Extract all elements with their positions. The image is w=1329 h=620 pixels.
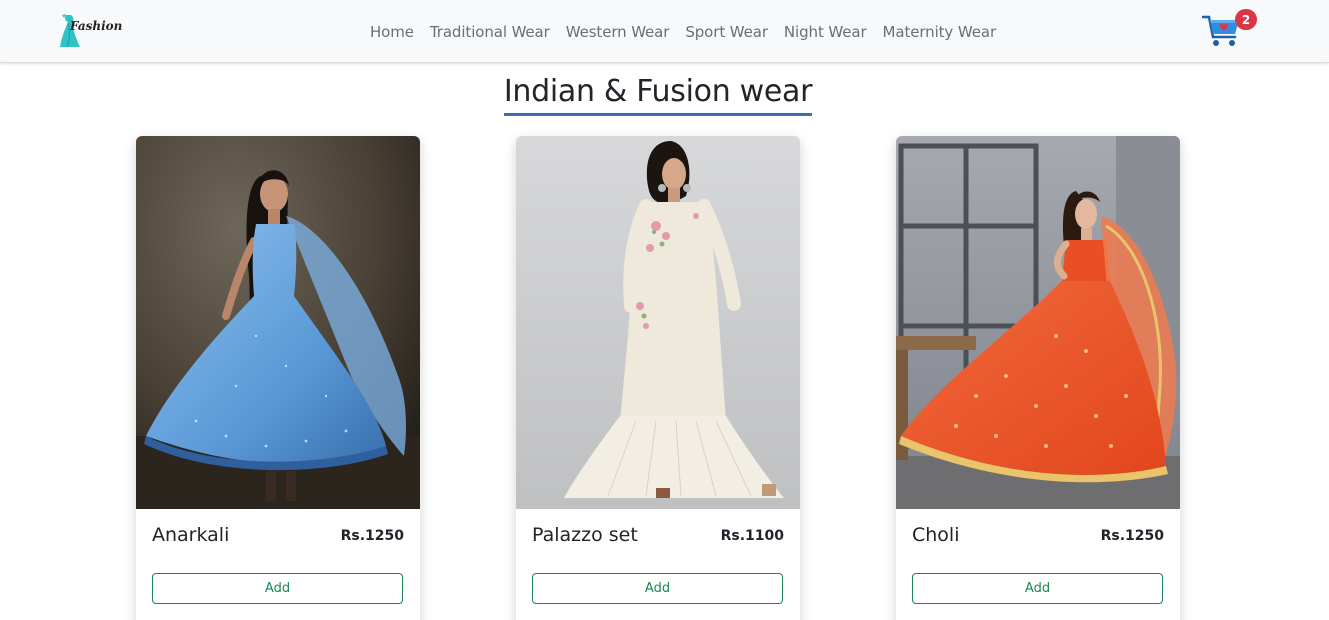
woman-in-white-palazzo-set-photo [516,136,800,509]
product-name: Anarkali [152,524,230,546]
product-image [896,136,1180,509]
navbar: Fashion Home Traditional Wear Western We… [0,0,1329,63]
add-to-cart-button[interactable]: Add [912,573,1163,604]
product-image [136,136,420,509]
product-name: Palazzo set [532,524,638,546]
nav-night-wear[interactable]: Night Wear [776,23,875,41]
brand-logo[interactable]: Fashion [58,13,130,49]
nav-western-wear[interactable]: Western Wear [558,23,678,41]
add-to-cart-button[interactable]: Add [532,573,783,604]
add-to-cart-button[interactable]: Add [152,573,403,604]
woman-in-blue-anarkali-photo [136,136,420,509]
woman-in-orange-choli-photo [896,136,1180,509]
nav-sport-wear[interactable]: Sport Wear [677,23,776,41]
cart-count-badge: 2 [1235,9,1257,30]
brand-name: Fashion [70,19,123,33]
nav-traditional-wear[interactable]: Traditional Wear [422,23,558,41]
page-title: Indian & Fusion wear [0,72,1316,116]
nav-menu: Home Traditional Wear Western Wear Sport… [362,0,1004,63]
nav-home[interactable]: Home [362,23,422,41]
product-price: Rs.1250 [340,528,404,544]
page-title-text: Indian & Fusion wear [503,72,812,116]
product-card: Palazzo set Rs.1100 Add [516,136,800,620]
product-price: Rs.1250 [1100,528,1164,544]
product-card: Anarkali Rs.1250 Add [136,136,420,620]
nav-maternity-wear[interactable]: Maternity Wear [875,23,1005,41]
product-card: Choli Rs.1250 Add [896,136,1180,620]
product-image [516,136,800,509]
product-price: Rs.1100 [720,528,784,544]
product-name: Choli [912,524,960,546]
